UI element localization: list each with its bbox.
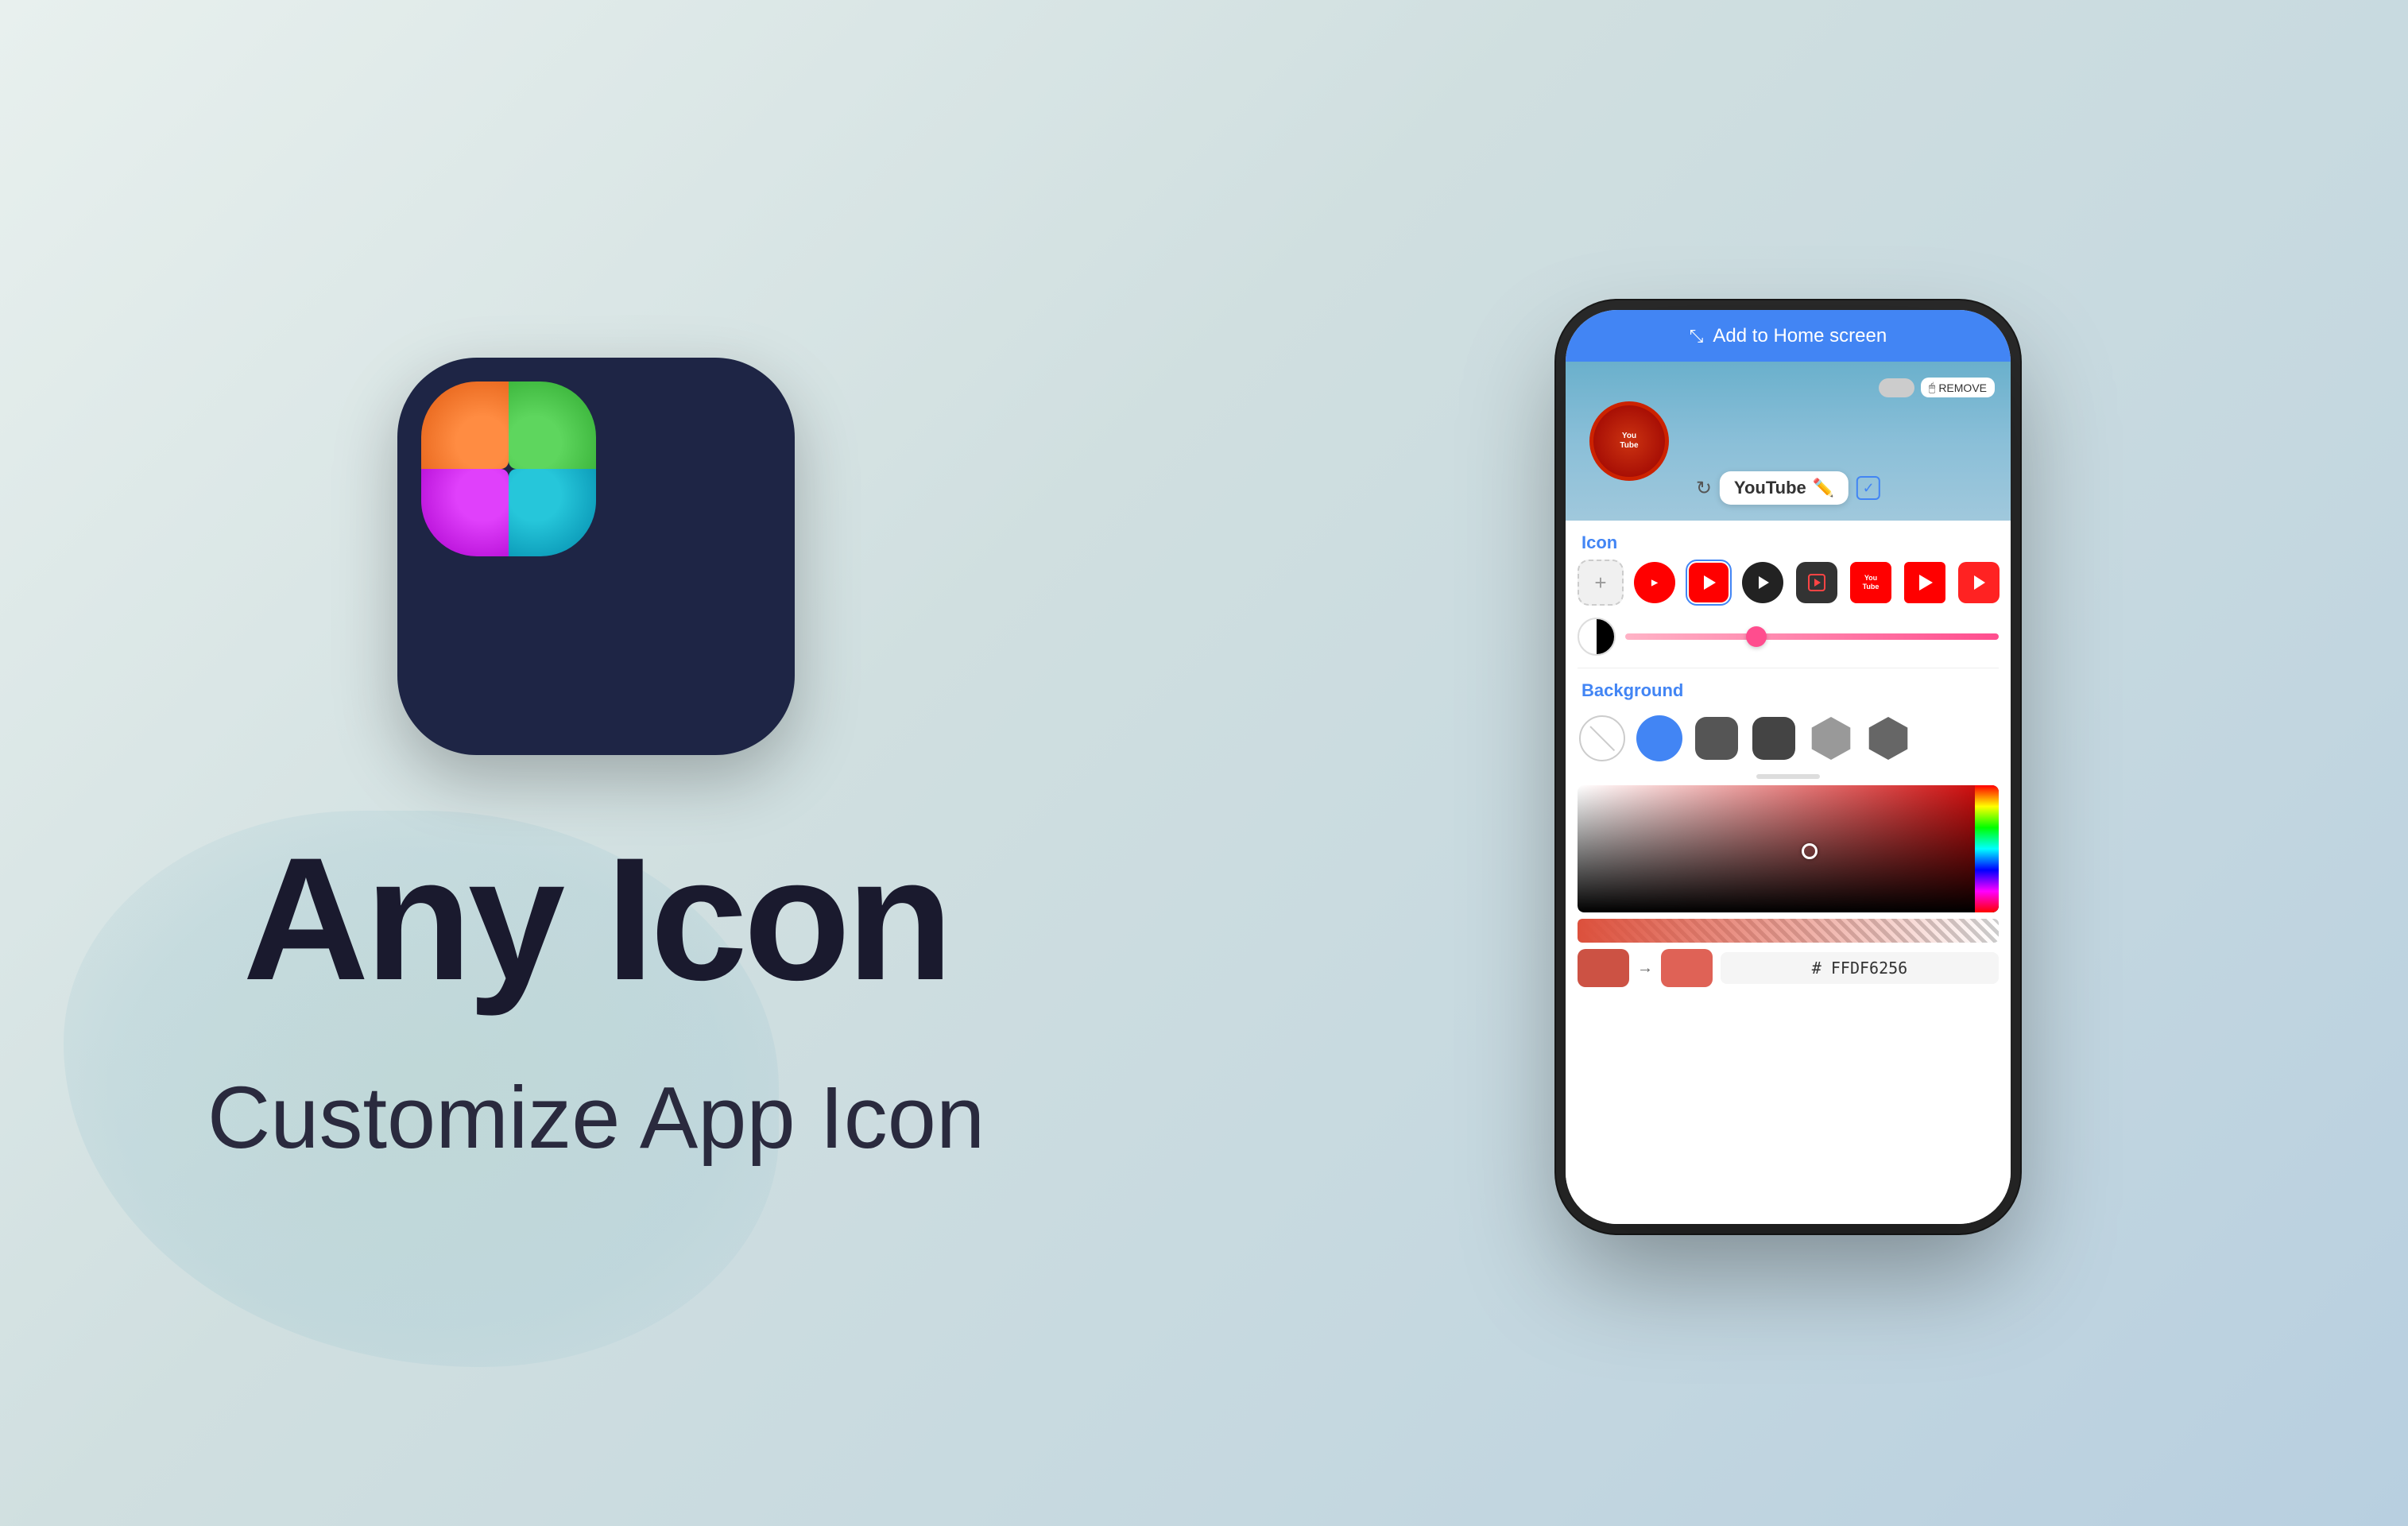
shape-hexagon-dark-option[interactable] (1864, 714, 1913, 763)
app-icon (397, 358, 795, 755)
color-spectrum[interactable] (1975, 785, 1999, 912)
phone-content: Icon + ▶ (1566, 521, 2011, 1224)
icon-row: + ▶ (1566, 560, 2011, 614)
remove-label: REMOVE (1938, 382, 1987, 394)
left-section: Any Icon Customize App Icon (0, 0, 1192, 1526)
swatch-new (1661, 949, 1713, 987)
yt-icon-5: YouTube (1850, 562, 1891, 603)
icon-quadrant-pink (421, 469, 509, 556)
icon-option-4[interactable] (1794, 560, 1840, 606)
shape-squircle-darker (1752, 717, 1795, 760)
add-icon-plus: + (1594, 571, 1606, 595)
icon-option-2-selected[interactable] (1686, 560, 1732, 606)
alpha-overlay (1578, 919, 1999, 943)
preview-right-controls: 🖱 REMOVE (1879, 378, 1995, 397)
color-picker-area[interactable] (1578, 785, 1999, 912)
icon-option-3[interactable] (1740, 560, 1786, 606)
phone-header: ⤡ Add to Home screen (1566, 310, 2011, 362)
shape-squircle-darker-option[interactable] (1749, 714, 1798, 763)
icon-quadrant-teal (509, 469, 596, 556)
background-shapes-row (1566, 707, 2011, 771)
swatch-row: → # FFDF6256 (1566, 949, 2011, 999)
icon-option-6[interactable] (1902, 560, 1948, 606)
icon-option-7[interactable] (1956, 560, 2002, 606)
shape-none-option[interactable] (1578, 714, 1627, 763)
toggle-switch[interactable] (1879, 378, 1914, 397)
yt-icon-square (1689, 563, 1729, 602)
remove-icon: 🖱 (1929, 381, 1935, 394)
shape-circle-option[interactable] (1635, 714, 1684, 763)
color-slider[interactable] (1625, 633, 1999, 640)
shape-hexagon-light-option[interactable] (1806, 714, 1856, 763)
shape-hexagon-light (1810, 717, 1852, 760)
shape-squircle-dark (1695, 717, 1738, 760)
swatch-arrow: → (1637, 959, 1653, 978)
play-arrow-4 (1919, 575, 1933, 591)
main-title: Any Icon (243, 819, 950, 1020)
play-arrow (1704, 575, 1716, 590)
color-gradient-dark (1578, 785, 1999, 912)
sub-title: Customize App Icon (207, 1067, 985, 1168)
icon-section-label: Icon (1566, 521, 2011, 560)
color-cursor[interactable] (1802, 843, 1818, 859)
right-section: ⤡ Add to Home screen YouTube 🖱 REMOVE ↻ (1232, 32, 2344, 1502)
phone-mockup: ⤡ Add to Home screen YouTube 🖱 REMOVE ↻ (1566, 310, 2011, 1224)
shape-hexagon-dark (1867, 717, 1910, 760)
phone-header-title: Add to Home screen (1713, 325, 1887, 347)
background-section-label: Background (1566, 668, 2011, 707)
name-badge[interactable]: YouTube ✏️ (1720, 471, 1849, 505)
phone-preview: YouTube 🖱 REMOVE ↻ YouTube ✏️ ✓ (1566, 362, 2011, 521)
icon-option-5[interactable]: YouTube (1848, 560, 1894, 606)
slider-thumb[interactable] (1746, 626, 1767, 647)
shape-none (1579, 715, 1625, 761)
check-button[interactable]: ✓ (1856, 476, 1880, 500)
edit-icon: ✏️ (1813, 478, 1834, 498)
slider-row (1566, 614, 2011, 668)
icon-quadrant-green (509, 382, 596, 469)
hex-input[interactable]: # FFDF6256 (1721, 952, 1999, 984)
swatch-current (1578, 949, 1629, 987)
play-arrow-2 (1759, 576, 1769, 589)
icon-quadrant-orange (421, 382, 509, 469)
play-arrow-3 (1814, 579, 1821, 587)
refresh-icon[interactable]: ↻ (1696, 477, 1712, 500)
add-to-home-icon: ⤡ (1690, 326, 1704, 347)
icon-option-1[interactable]: ▶ (1632, 560, 1678, 606)
yt-icon-dark-circle (1742, 562, 1783, 603)
alpha-slider-row[interactable] (1578, 919, 1999, 943)
icon-grid (421, 382, 596, 556)
scroll-indicator (1756, 774, 1820, 779)
preview-icon-circle: YouTube (1589, 401, 1669, 481)
shape-squircle-dark-option[interactable] (1692, 714, 1741, 763)
yt-icon-dark-sq (1796, 562, 1837, 603)
bw-icon (1578, 618, 1616, 656)
add-icon-button[interactable]: + (1578, 560, 1624, 606)
remove-button[interactable]: 🖱 REMOVE (1921, 378, 1995, 397)
name-row: ↻ YouTube ✏️ ✓ (1696, 471, 1880, 505)
play-outline-box (1808, 574, 1825, 591)
preview-yt-icon: YouTube (1620, 432, 1638, 451)
shape-circle (1636, 715, 1682, 761)
yt-icon-7 (1958, 562, 2000, 603)
play-arrow-5 (1974, 575, 1985, 590)
yt-icon-6 (1904, 562, 1945, 603)
yt-icon-circle: ▶ (1634, 562, 1675, 603)
app-name-text: YouTube (1734, 478, 1806, 498)
